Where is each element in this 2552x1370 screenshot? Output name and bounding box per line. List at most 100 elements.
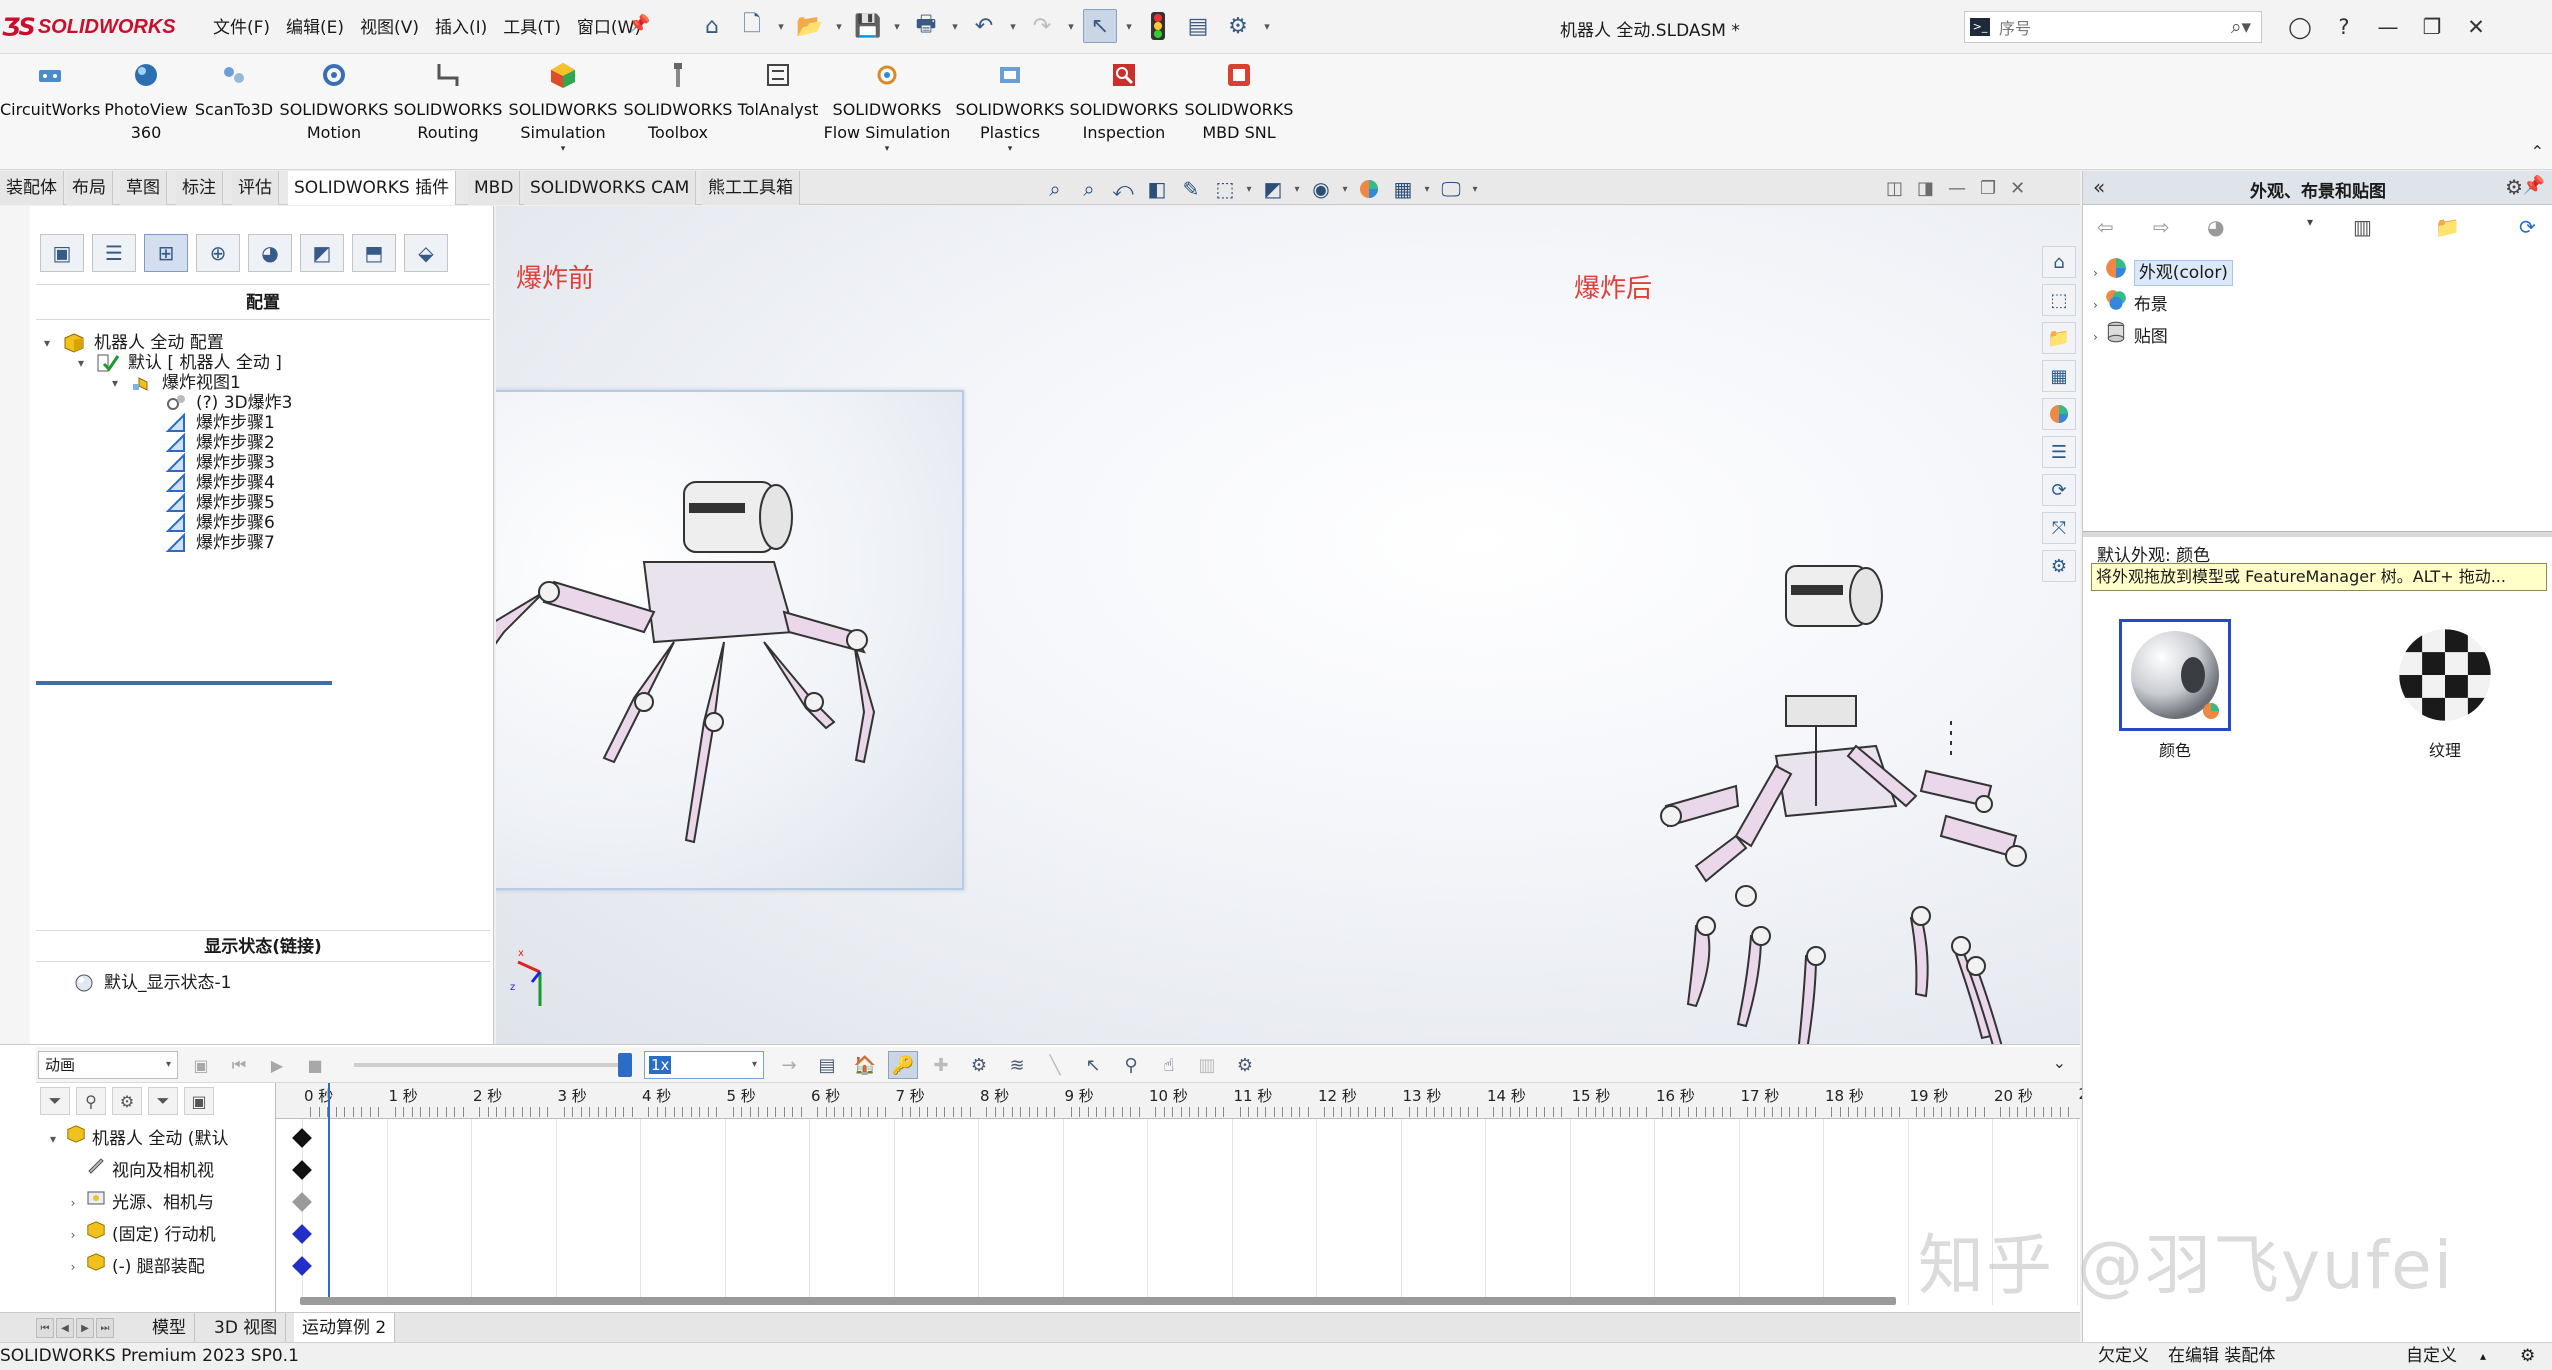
tree-item-scenes[interactable]: › 布景 <box>2093 289 2233 321</box>
task-pane-splitter[interactable] <box>2083 531 2552 537</box>
panel-splitter[interactable] <box>36 681 332 685</box>
apply-scene-icon[interactable]: ▦ <box>1388 175 1418 203</box>
tab-model[interactable]: 模型 <box>144 1313 195 1343</box>
propertymanager-tab-icon[interactable]: ☰ <box>92 234 136 272</box>
expand-arrow-icon[interactable]: › <box>66 1251 80 1283</box>
routing-button[interactable]: SOLIDWORKS Routing <box>392 58 504 144</box>
select-dropdown-icon[interactable]: ▾ <box>1123 9 1135 43</box>
simulation-dropdown-icon[interactable]: ▾ <box>506 144 620 154</box>
timeline-current-time-bar[interactable] <box>328 1083 330 1305</box>
search-input[interactable]: 序号 <box>1995 15 2221 39</box>
display-state-item[interactable]: 默认_显示状态-1 <box>72 968 231 998</box>
next-tab-icon[interactable]: ▶ <box>76 1318 94 1338</box>
menu-tools[interactable]: 工具(T) <box>495 16 569 40</box>
contact-icon[interactable]: ⚲ <box>1116 1051 1146 1079</box>
gravity-icon[interactable]: ☝ <box>1154 1051 1184 1079</box>
tab-layout[interactable]: 布局 <box>66 171 113 205</box>
tab-sketch[interactable]: 草图 <box>120 171 167 205</box>
view-settings-icon[interactable]: 🖵 <box>1436 175 1466 203</box>
filter-animated-icon[interactable]: ⚲ <box>76 1087 106 1115</box>
circuitworks-button[interactable]: CircuitWorks <box>0 58 100 121</box>
back-icon[interactable]: ⇦ <box>2097 215 2114 239</box>
expand-arrow-icon[interactable]: › <box>2093 257 2098 289</box>
design-library-icon[interactable]: ⤧ <box>2042 512 2076 544</box>
expand-arrow-icon[interactable]: ▾ <box>46 1123 60 1155</box>
traffic-light-icon[interactable] <box>1141 9 1175 43</box>
menu-view[interactable]: 视图(V) <box>352 16 427 40</box>
search-box[interactable]: >_ 序号 ⌕▾ <box>1964 11 2262 43</box>
doc-minimize-button[interactable]: — <box>1948 178 1966 199</box>
taskpane-pin-icon[interactable]: 📌 <box>2523 175 2545 196</box>
results-plots-icon[interactable]: ▥ <box>1192 1051 1222 1079</box>
tile-left-icon[interactable]: ◫ <box>1886 178 1903 199</box>
tab-motion-study-2[interactable]: 运动算例 2 <box>294 1313 396 1343</box>
units-dropdown-icon[interactable]: ▴ <box>2480 1343 2486 1369</box>
view-orientation-icon[interactable]: ⬚ <box>1210 175 1240 203</box>
expand-arrow-icon[interactable]: › <box>66 1219 80 1251</box>
filter-results-icon[interactable]: ▣ <box>184 1087 214 1115</box>
tab-3d-views[interactable]: 3D 视图 <box>206 1313 287 1343</box>
tab-solidworks-cam[interactable]: SOLIDWORKS CAM <box>524 171 697 205</box>
display-style-dropdown-icon[interactable]: ▾ <box>1292 175 1302 203</box>
swatch-texture[interactable]: 纹理 <box>2389 619 2501 761</box>
redo-icon[interactable]: ↷ <box>1025 9 1059 43</box>
print-icon[interactable]: 🖶 <box>909 9 943 43</box>
view-orientation-dropdown-icon[interactable]: ▾ <box>1244 175 1254 203</box>
tab-assembly[interactable]: 装配体 <box>0 171 64 205</box>
menu-insert[interactable]: 插入(I) <box>427 16 495 40</box>
damper-icon[interactable]: ╲ <box>1040 1051 1070 1079</box>
first-tab-icon[interactable]: ⏮ <box>36 1318 54 1338</box>
filter-driving-icon[interactable]: ⚙ <box>112 1087 142 1115</box>
settings-small-icon[interactable]: ⚙ <box>2042 550 2076 582</box>
motor-icon[interactable]: ⚙ <box>964 1051 994 1079</box>
save-icon[interactable]: 💾 <box>851 9 885 43</box>
spring-icon[interactable]: ≋ <box>1002 1051 1032 1079</box>
displaymanager-tab-icon[interactable]: ◕ <box>248 234 292 272</box>
home-view-icon[interactable]: ⌂ <box>2042 246 2076 278</box>
user-account-icon[interactable]: ◯ <box>2278 8 2322 46</box>
photoview-button[interactable]: PhotoView 360 <box>100 58 192 144</box>
tile-right-icon[interactable]: ◨ <box>1917 178 1934 199</box>
simulation-button[interactable]: SOLIDWORKS Simulation ▾ <box>506 58 620 154</box>
solidworks-resources-icon[interactable]: ⟳ <box>2042 474 2076 506</box>
help-icon[interactable]: ? <box>2322 8 2366 46</box>
forward-icon[interactable]: ⇨ <box>2153 215 2170 239</box>
menu-edit[interactable]: 编辑(E) <box>278 16 352 40</box>
minimize-button[interactable]: — <box>2366 8 2410 46</box>
undo-dropdown-icon[interactable]: ▾ <box>1007 9 1019 43</box>
swatch-color[interactable]: 颜色 <box>2119 619 2231 761</box>
timeline-ruler[interactable]: 0 秒1 秒2 秒3 秒4 秒5 秒6 秒7 秒8 秒9 秒 10 秒 11 秒 12… <box>276 1083 2154 1119</box>
study-type-select[interactable]: 动画 ▾ <box>38 1051 178 1079</box>
animation-wizard-icon[interactable]: 🏠 <box>850 1051 880 1079</box>
collapse-arrow-icon[interactable]: ▾ <box>108 368 122 398</box>
collapse-arrow-icon[interactable]: ▾ <box>74 348 88 378</box>
graphics-area[interactable]: 爆炸前 爆炸后 z x ⌂ ⬚ 📁 ▦ ☰ ⟳ ⤧ ⚙ <box>496 206 2080 1044</box>
help-status-icon[interactable]: ⚙ <box>2520 1343 2535 1369</box>
motion-tree-item[interactable]: › 光源、相机与 <box>66 1187 304 1219</box>
new-document-icon[interactable]: 🗋 <box>735 9 769 43</box>
inspection-button[interactable]: SOLIDWORKS Inspection <box>1068 58 1180 144</box>
collapse-arrow-icon[interactable]: ▾ <box>40 328 54 358</box>
restore-button[interactable]: ❐ <box>2410 8 2454 46</box>
zoom-to-fit-icon[interactable]: ⌕ <box>1040 175 1070 203</box>
filter-selected-icon[interactable]: ⏷ <box>148 1087 178 1115</box>
solidworks-logo[interactable]: ƷS SOLIDWORKS <box>2 12 176 42</box>
menu-file[interactable]: 文件(F) <box>205 16 278 40</box>
cam-feature-tab-icon[interactable]: ◩ <box>300 234 344 272</box>
home-icon[interactable]: ⌂ <box>695 9 729 43</box>
exploded-robot-model[interactable] <box>1016 336 2080 1044</box>
cam-operation-tab-icon[interactable]: ⬒ <box>352 234 396 272</box>
keyframe-marker[interactable] <box>292 1192 312 1212</box>
appearances-icon[interactable] <box>2042 398 2076 430</box>
expand-arrow-icon[interactable]: › <box>66 1187 80 1219</box>
search-icon[interactable]: ⌕▾ <box>2221 16 2261 38</box>
view-settings-dropdown-icon[interactable]: ▾ <box>1470 175 1480 203</box>
keyframe-marker[interactable] <box>292 1128 312 1148</box>
plastics-button[interactable]: SOLIDWORKS Plastics ▾ <box>954 58 1066 154</box>
open-dropdown-icon[interactable]: ▾ <box>833 9 845 43</box>
previous-view-icon[interactable]: ⤺ <box>1108 175 1138 203</box>
add-folder-icon[interactable]: 📁 <box>2435 215 2460 239</box>
prev-tab-icon[interactable]: ◀ <box>56 1318 74 1338</box>
3d-view-icon[interactable]: ⬚ <box>2042 284 2076 316</box>
force-icon[interactable]: ↖ <box>1078 1051 1108 1079</box>
